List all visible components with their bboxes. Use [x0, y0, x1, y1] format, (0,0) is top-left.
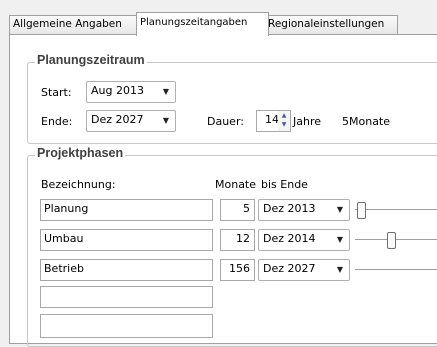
chevron-down-icon: ▼	[336, 205, 343, 214]
phase-bis-ende-combo[interactable]: Dez 2013 ▼	[258, 199, 350, 221]
phase-slider-track[interactable]	[355, 239, 437, 240]
spin-down-icon[interactable]: ▼	[278, 120, 290, 129]
phase-name-input[interactable]	[40, 286, 213, 308]
ende-combo[interactable]: Dez 2027 ▼	[86, 110, 176, 132]
phase-name-input[interactable]: Betrieb	[40, 259, 213, 281]
planungszeitraum-title: Planungszeitraum	[35, 53, 147, 67]
start-combo[interactable]: Aug 2013 ▼	[86, 81, 176, 103]
spin-up-icon[interactable]: ▲	[278, 111, 290, 120]
chevron-down-icon: ▼	[162, 87, 169, 96]
phase-slider-thumb[interactable]	[387, 232, 396, 249]
phase-bis-ende-combo[interactable]: Dez 2027 ▼	[258, 259, 350, 281]
tab-allgemeine-angaben[interactable]: Allgemeine Angaben	[9, 15, 143, 35]
phase-name-input[interactable]: Umbau	[40, 229, 213, 251]
dauer-spinner[interactable]: ▲ ▼	[278, 110, 291, 132]
start-label: Start:	[41, 86, 72, 99]
phase-monate-input[interactable]: 156	[220, 259, 255, 281]
phase-slider-track[interactable]	[355, 209, 437, 210]
phase-bis-ende-value: Dez 2014	[263, 232, 316, 245]
projektphasen-title: Projektphasen	[35, 146, 126, 160]
tab-regionaleinstellungen[interactable]: Regionaleinstellungen	[264, 15, 398, 35]
tab-planungszeitangaben[interactable]: Planungszeitangaben	[136, 12, 269, 36]
phase-monate-input[interactable]: 5	[220, 199, 255, 221]
phase-slider-track[interactable]	[355, 269, 437, 270]
start-combo-value: Aug 2013	[91, 84, 144, 97]
ende-label: Ende:	[41, 115, 73, 128]
phase-bis-ende-value: Dez 2027	[263, 262, 316, 275]
monate-duration-label: 5Monate	[342, 115, 391, 128]
col-header-bezeichnung: Bezeichnung:	[41, 178, 116, 191]
phase-monate-input[interactable]: 12	[220, 229, 255, 251]
chevron-down-icon: ▼	[336, 235, 343, 244]
chevron-down-icon: ▼	[162, 116, 169, 125]
phase-slider-thumb[interactable]	[357, 202, 366, 219]
col-header-monate: Monate	[215, 178, 257, 191]
phase-bis-ende-value: Dez 2013	[263, 202, 316, 215]
jahre-label: Jahre	[293, 115, 322, 128]
phase-name-input[interactable]: Planung	[40, 199, 213, 221]
col-header-bis-ende: bis Ende	[261, 178, 308, 191]
dauer-label: Dauer:	[207, 115, 244, 128]
phase-bis-ende-combo[interactable]: Dez 2014 ▼	[258, 229, 350, 251]
ende-combo-value: Dez 2027	[91, 113, 144, 126]
phase-name-input[interactable]	[40, 314, 213, 338]
chevron-down-icon: ▼	[336, 265, 343, 274]
